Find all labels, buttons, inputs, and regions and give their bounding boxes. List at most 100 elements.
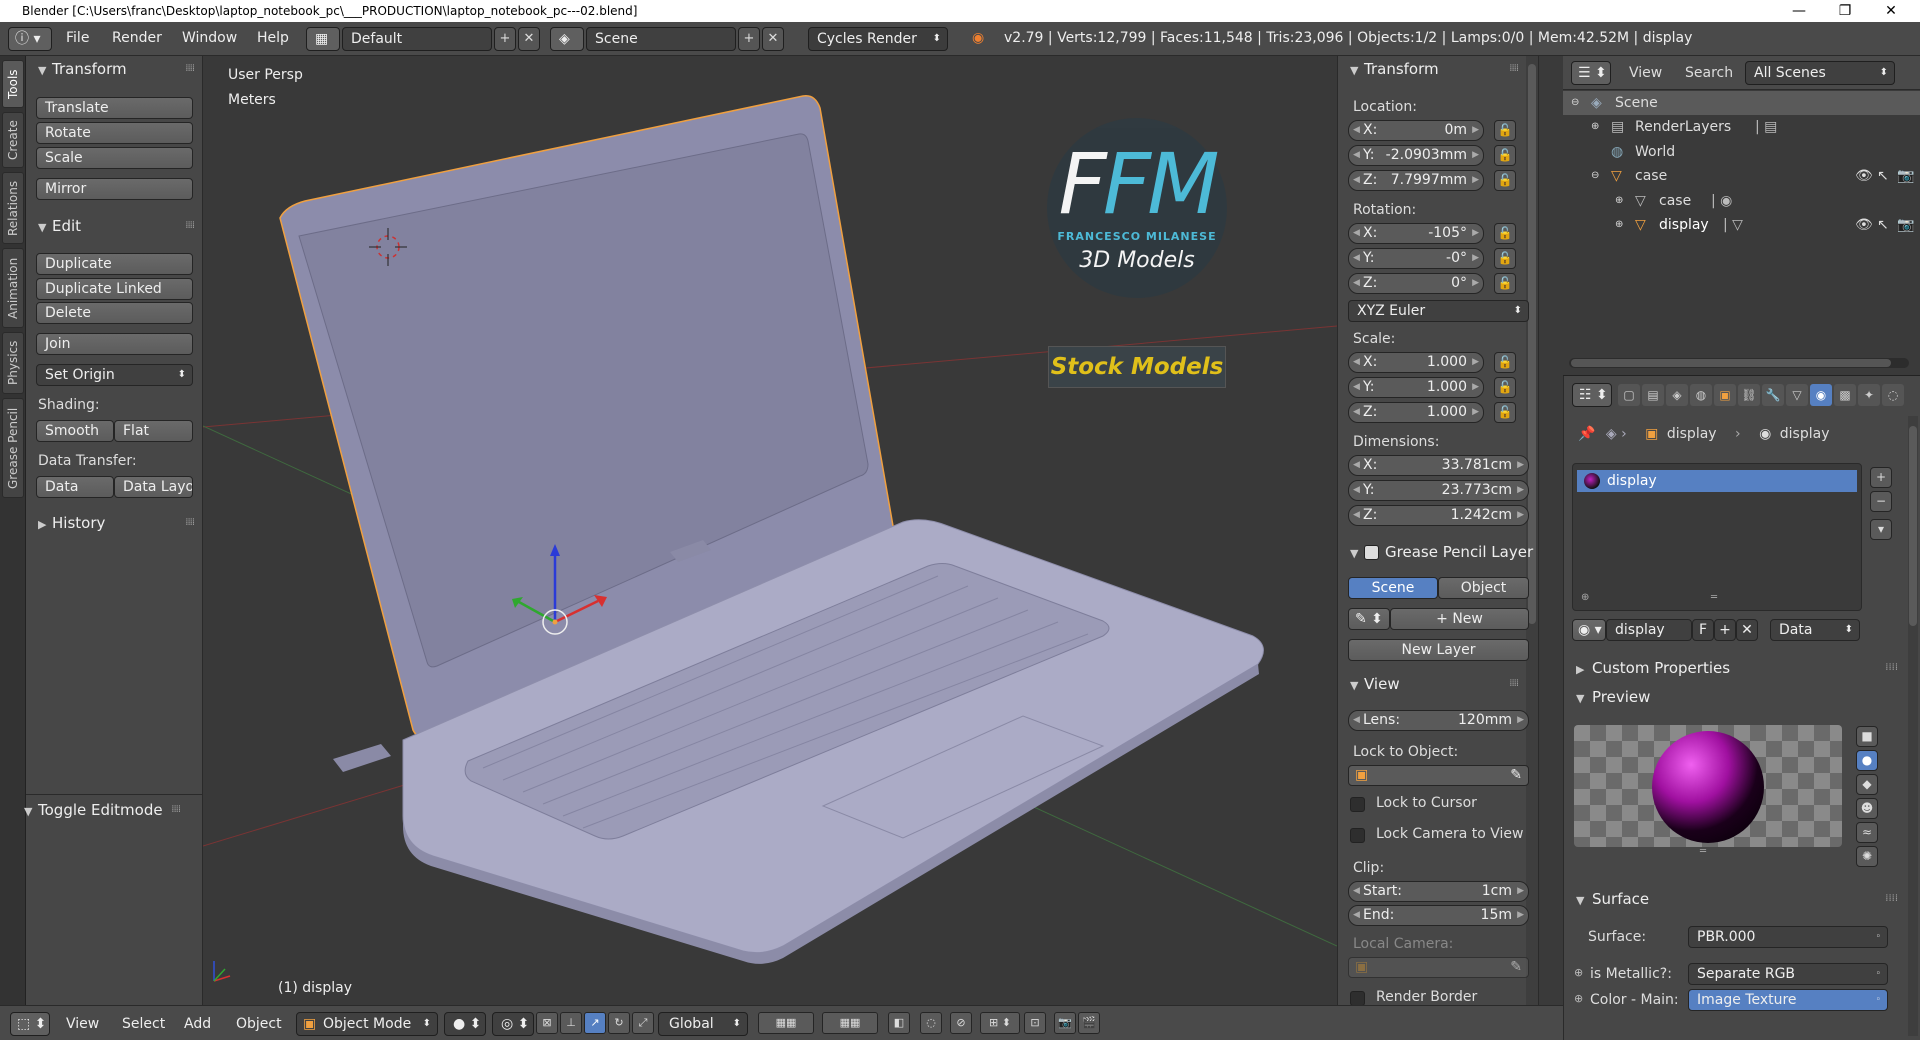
menu-object[interactable]: Object	[236, 1016, 282, 1032]
location-y-field[interactable]: ◀ Y: -2.0903mm ▶	[1348, 145, 1484, 166]
tab-grease-pencil[interactable]: Grease Pencil	[2, 398, 24, 498]
lock-icon[interactable]: 🔓	[1494, 352, 1516, 373]
mirror-button[interactable]: Mirror	[36, 178, 193, 200]
preview-resize-icon[interactable]: ═	[1700, 846, 1706, 857]
render-image-icon[interactable]: 📷	[1054, 1012, 1076, 1034]
n-panel-scrollbar[interactable]	[1526, 56, 1538, 1005]
lock-object-field[interactable]: ▣ ✎	[1348, 765, 1529, 786]
history-panel-header[interactable]: ▶ History ⁞⁞⁞⁞	[26, 512, 202, 534]
lock-icon[interactable]: 🔓	[1494, 248, 1516, 269]
flat-button[interactable]: Flat	[114, 420, 193, 442]
snap-target-icon[interactable]: ⊡	[1024, 1012, 1046, 1034]
render-camera-icon[interactable]: 📷	[1897, 164, 1914, 188]
link-dropdown[interactable]: Data ⬍	[1770, 619, 1860, 641]
n-transform-header[interactable]: ▼ Transform ⁞⁞⁞⁞	[1338, 58, 1538, 80]
editor-type-info-button[interactable]: ⓘ ▾	[8, 27, 52, 51]
add-layout-icon[interactable]: +	[494, 27, 516, 51]
texture-tab-icon[interactable]: ▩	[1834, 384, 1856, 406]
grease-pencil-layer-header[interactable]: ▼ Grease Pencil Layer	[1338, 541, 1538, 563]
preview-hair-icon[interactable]: ≈	[1856, 822, 1878, 843]
add-scene-icon[interactable]: +	[738, 27, 760, 51]
grip-icon[interactable]: ⁞⁞⁞⁞	[1885, 887, 1898, 911]
render-camera-icon[interactable]: 📷	[1897, 213, 1914, 237]
preview-cube-icon[interactable]: ◆	[1856, 774, 1878, 795]
menu-render[interactable]: Render	[112, 30, 162, 46]
layers-grid-b[interactable]: ▦▦	[822, 1012, 878, 1034]
grip-icon[interactable]: ⁞⁞⁞⁞	[1509, 58, 1519, 80]
render-engine-dropdown[interactable]: Cycles Render ⬍	[808, 27, 948, 51]
minimize-button[interactable]: —	[1776, 0, 1822, 22]
properties-editor-icon[interactable]: ☷ ⬍	[1572, 383, 1612, 407]
material-slot-list[interactable]: display ⊕ ═	[1572, 463, 1862, 611]
lock-to-cursor-checkbox[interactable]	[1350, 797, 1365, 812]
color-main-input-field[interactable]: Image Texture ◦	[1688, 989, 1888, 1011]
modifiers-tab-icon[interactable]: 🔧	[1762, 384, 1784, 406]
expand-icon[interactable]: ⊕	[1591, 115, 1599, 139]
preview-sphere-icon[interactable]: ●	[1856, 750, 1878, 771]
lens-field[interactable]: ◀ Lens: 120mm ▶	[1348, 710, 1529, 731]
data-tab-icon[interactable]: ▽	[1786, 384, 1808, 406]
collapse-icon[interactable]: ⊖	[1591, 164, 1599, 188]
breadcrumb-object[interactable]: display	[1667, 426, 1717, 442]
grip-icon[interactable]: ⁞⁞⁞⁞	[1885, 656, 1898, 680]
material-tab-icon[interactable]: ◉	[1810, 384, 1832, 406]
snap-element-dropdown[interactable]: ⊞ ⬍	[980, 1012, 1020, 1034]
scene-icon[interactable]: ◈	[550, 27, 584, 51]
scale-button[interactable]: Scale	[36, 147, 193, 169]
data-layout-button[interactable]: Data Layo	[114, 476, 193, 498]
pin-icon[interactable]: 📌	[1578, 426, 1595, 442]
grip-icon[interactable]: ⁞⁞⁞⁞	[185, 215, 195, 237]
join-button[interactable]: Join	[36, 333, 193, 355]
toggle-editmode-panel-header[interactable]: ▼ Toggle Editmode ⁞⁞⁞⁞	[12, 799, 188, 821]
scale-x-field[interactable]: ◀ X: 1.000 ▶	[1348, 352, 1484, 373]
scene-tab-icon[interactable]: ◈	[1666, 384, 1688, 406]
location-x-field[interactable]: ◀ X: 0m ▶	[1348, 120, 1484, 141]
tab-physics[interactable]: Physics	[2, 332, 24, 394]
orientation-dropdown[interactable]: Global ⬍	[658, 1012, 748, 1036]
properties-scrollbar[interactable]	[1908, 416, 1918, 1036]
lock-icon[interactable]: 🔓	[1494, 120, 1516, 141]
remove-slot-icon[interactable]: −	[1870, 491, 1892, 512]
viewport-shading-dropdown[interactable]: ● ⬍	[444, 1012, 486, 1036]
rotate-manipulator-icon[interactable]: ↻	[608, 1012, 630, 1034]
render-tab-icon[interactable]: ▢	[1618, 384, 1640, 406]
3d-view-editor-icon[interactable]: ⬚ ⬍	[10, 1012, 50, 1036]
grip-icon[interactable]: ⁞⁞⁞⁞	[185, 58, 195, 80]
set-origin-dropdown[interactable]: Set Origin ⬍	[36, 364, 193, 386]
outliner-row-scene[interactable]: ⊖ ◈ Scene	[1563, 91, 1920, 115]
lock-icon[interactable]: 🔓	[1494, 273, 1516, 294]
remove-layout-icon[interactable]: ✕	[518, 27, 540, 51]
snap-toggle-icon[interactable]: ⊘	[950, 1012, 972, 1034]
view-panel-header[interactable]: ▼ View ⁞⁞⁞⁞	[1338, 673, 1538, 695]
material-browse-icon[interactable]: ◉ ▾	[1572, 619, 1606, 641]
expand-icon[interactable]: ⊕	[1615, 189, 1623, 213]
scrollbar-thumb[interactable]	[1528, 64, 1536, 624]
surface-header[interactable]: ▼ Surface ⁞⁞⁞⁞	[1572, 887, 1902, 911]
gp-new-button[interactable]: + New	[1390, 608, 1529, 630]
preview-world-icon[interactable]: ✺	[1856, 846, 1878, 867]
rotation-x-field[interactable]: ◀ X: -105° ▶	[1348, 223, 1484, 244]
clip-end-field[interactable]: ◀ End: 15m ▶	[1348, 905, 1529, 926]
dimension-z-field[interactable]: ◀ Z: 1.242cm ▶	[1348, 505, 1529, 526]
dimension-x-field[interactable]: ◀ X: 33.781cm ▶	[1348, 455, 1529, 476]
lock-icon[interactable]: 🔓	[1494, 145, 1516, 166]
rotation-z-field[interactable]: ◀ Z: 0° ▶	[1348, 273, 1484, 294]
outliner-editor-icon[interactable]: ☰ ⬍	[1571, 61, 1611, 85]
maximize-button[interactable]: ❐	[1822, 0, 1868, 22]
scrollbar-thumb[interactable]	[1571, 359, 1891, 367]
menu-view[interactable]: View	[66, 1016, 99, 1032]
lock-icon[interactable]: 🔓	[1494, 402, 1516, 423]
add-slot-icon[interactable]: +	[1870, 467, 1892, 488]
cursor-select-icon[interactable]: ↖	[1877, 164, 1889, 188]
outliner-menu-search[interactable]: Search	[1685, 65, 1733, 81]
rotation-mode-dropdown[interactable]: XYZ Euler ⬍	[1348, 300, 1529, 322]
world-tab-icon[interactable]: ◍	[1690, 384, 1712, 406]
lock-icon[interactable]: 🔓	[1494, 223, 1516, 244]
outliner-row-case-mesh[interactable]: ⊕ ▽ case | ◉	[1563, 189, 1920, 213]
rotate-button[interactable]: Rotate	[36, 122, 193, 144]
translate-button[interactable]: Translate	[36, 97, 193, 119]
grip-icon[interactable]: ⁞⁞⁞⁞	[185, 512, 195, 534]
gp-scene-button[interactable]: Scene	[1348, 577, 1438, 599]
smooth-button[interactable]: Smooth	[36, 420, 114, 442]
dimension-y-field[interactable]: ◀ Y: 23.773cm ▶	[1348, 480, 1529, 501]
